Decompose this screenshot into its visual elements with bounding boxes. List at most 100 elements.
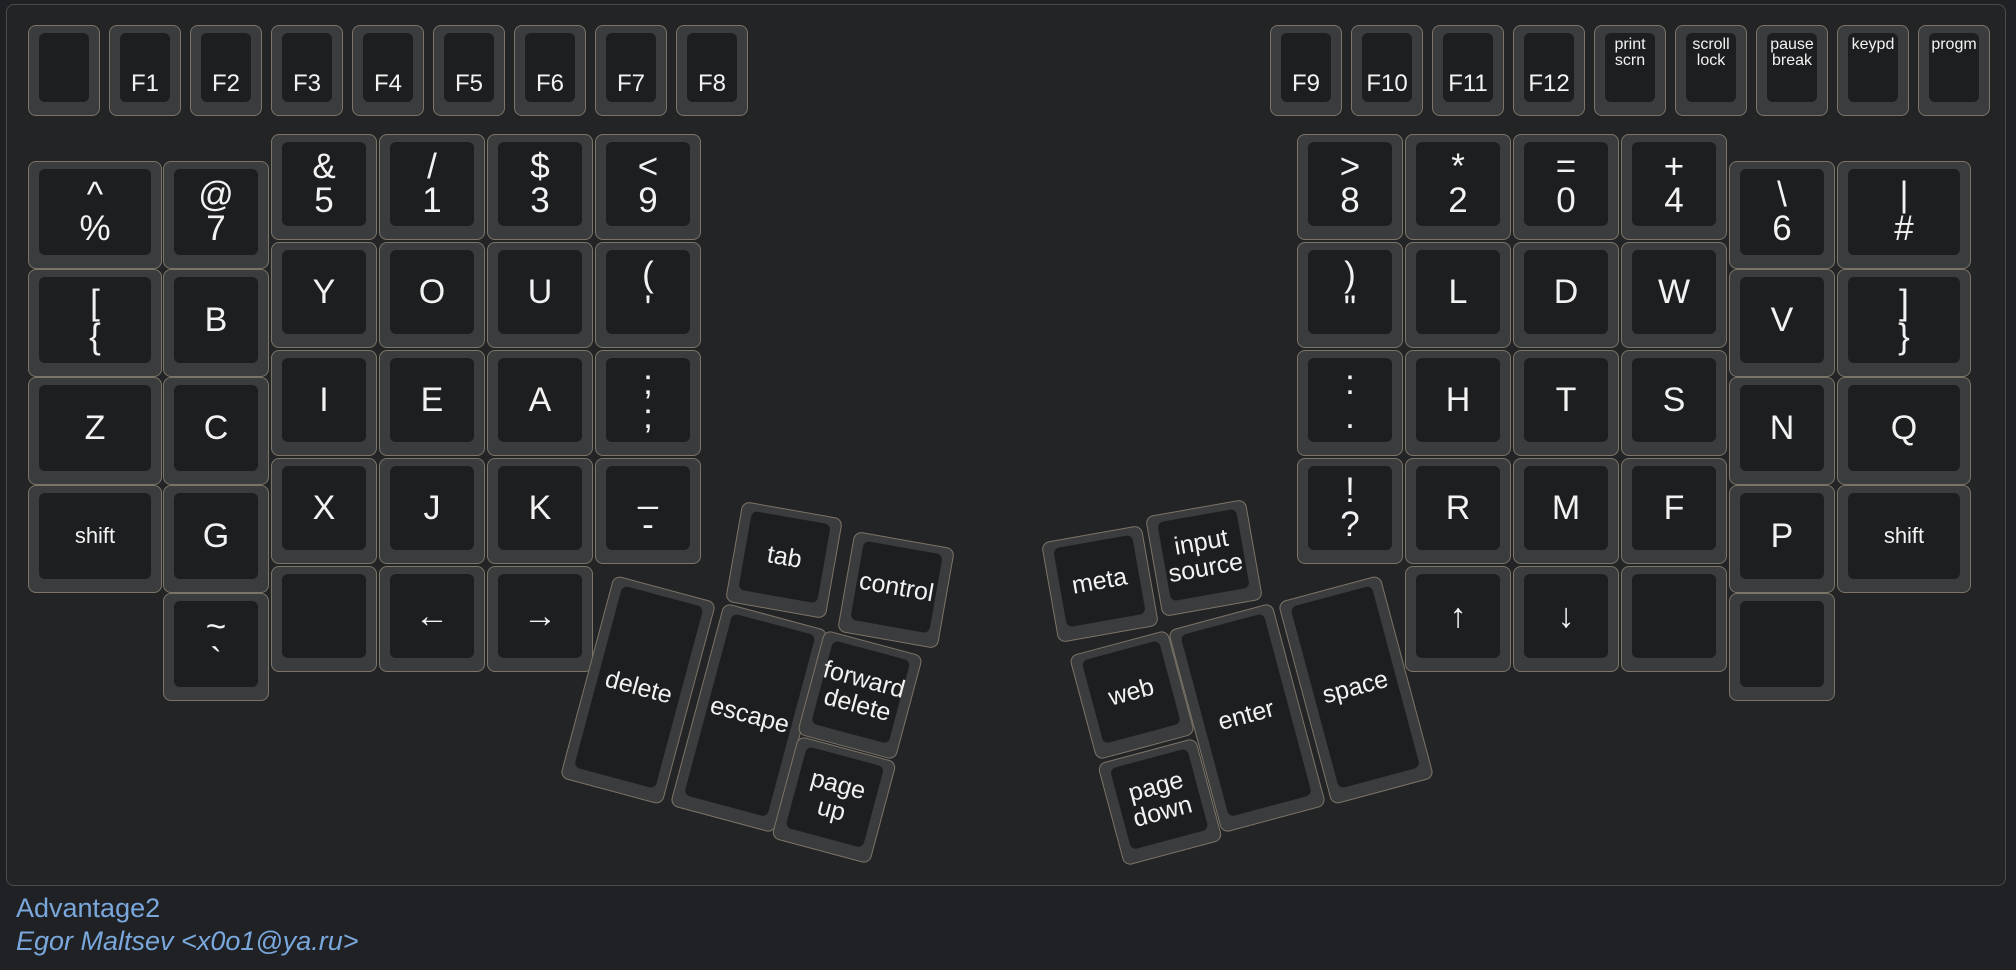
- key-g[interactable]: G: [163, 485, 269, 593]
- key-j[interactable]: J: [379, 458, 485, 564]
- key-blank[interactable]: [1729, 593, 1835, 701]
- keycap-top: [39, 33, 89, 102]
- key-u[interactable]: U: [487, 242, 593, 348]
- key-x[interactable]: X: [271, 458, 377, 564]
- key-scroll-lock[interactable]: scroll lock: [1675, 25, 1747, 116]
- key-m[interactable]: M: [1513, 458, 1619, 564]
- key-3[interactable]: $ 3: [487, 134, 593, 240]
- key-f7[interactable]: F7: [595, 25, 667, 116]
- key-4[interactable]: + 4: [1621, 134, 1727, 240]
- key-blank[interactable]: ) ": [1297, 242, 1403, 348]
- key-f6[interactable]: F6: [514, 25, 586, 116]
- key-print-scrn[interactable]: print scrn: [1594, 25, 1666, 116]
- key-f2[interactable]: F2: [190, 25, 262, 116]
- key-blank[interactable]: ; ;: [595, 350, 701, 456]
- key-s[interactable]: S: [1621, 350, 1727, 456]
- key-label: web: [1105, 672, 1158, 712]
- key-n[interactable]: N: [1729, 377, 1835, 485]
- key-label: F2: [211, 70, 240, 97]
- key-control[interactable]: control: [836, 530, 956, 650]
- key-f12[interactable]: F12: [1513, 25, 1585, 116]
- keycap-top: tab: [738, 510, 831, 604]
- key-7[interactable]: @ 7: [163, 161, 269, 269]
- key-blank[interactable]: ] }: [1837, 269, 1971, 377]
- key-blank[interactable]: ↓: [1513, 566, 1619, 672]
- key-f10[interactable]: F10: [1351, 25, 1423, 116]
- key-i[interactable]: I: [271, 350, 377, 456]
- key-6[interactable]: \ 6: [1729, 161, 1835, 269]
- key-0[interactable]: = 0: [1513, 134, 1619, 240]
- key-blank[interactable]: [ {: [28, 269, 162, 377]
- key-e[interactable]: E: [379, 350, 485, 456]
- key-f5[interactable]: F5: [433, 25, 505, 116]
- key-label: ↑: [1449, 596, 1467, 635]
- key-f9[interactable]: F9: [1270, 25, 1342, 116]
- key-1[interactable]: / 1: [379, 134, 485, 240]
- key-shift[interactable]: shift: [28, 485, 162, 593]
- key-blank[interactable]: [271, 566, 377, 672]
- key-progm[interactable]: progm: [1918, 25, 1990, 116]
- key-l[interactable]: L: [1405, 242, 1511, 348]
- key-f1[interactable]: F1: [109, 25, 181, 116]
- key-d[interactable]: D: [1513, 242, 1619, 348]
- key-input-source[interactable]: input source: [1144, 498, 1264, 618]
- layout-name[interactable]: Advantage2: [16, 892, 359, 925]
- key-c[interactable]: C: [163, 377, 269, 485]
- key-blank[interactable]: →: [487, 566, 593, 672]
- key-label: ←: [415, 596, 449, 635]
- keycap-top: R: [1416, 466, 1500, 550]
- keycap-top: I: [282, 358, 366, 442]
- key-tab[interactable]: tab: [724, 500, 844, 620]
- key-blank[interactable]: : .: [1297, 350, 1403, 456]
- key-z[interactable]: Z: [28, 377, 162, 485]
- key-blank[interactable]: ~ `: [163, 593, 269, 701]
- key-t[interactable]: T: [1513, 350, 1619, 456]
- key-blank[interactable]: ↑: [1405, 566, 1511, 672]
- key-h[interactable]: H: [1405, 350, 1511, 456]
- key-f11[interactable]: F11: [1432, 25, 1504, 116]
- key-label: F8: [697, 70, 726, 97]
- key-blank[interactable]: ( ': [595, 242, 701, 348]
- key-label: F3: [292, 70, 321, 97]
- key-blank[interactable]: ! ?: [1297, 458, 1403, 564]
- key-v[interactable]: V: [1729, 269, 1835, 377]
- key-blank[interactable]: | #: [1837, 161, 1971, 269]
- key-o[interactable]: O: [379, 242, 485, 348]
- key-label: ! ?: [1340, 471, 1360, 544]
- key-q[interactable]: Q: [1837, 377, 1971, 485]
- key-p[interactable]: P: [1729, 485, 1835, 593]
- key-b[interactable]: B: [163, 269, 269, 377]
- keycap-top: > 8: [1308, 142, 1392, 226]
- keycap-top: F4: [363, 33, 413, 102]
- key-label: F5: [454, 70, 483, 97]
- key-y[interactable]: Y: [271, 242, 377, 348]
- key-label: keypd: [1851, 36, 1895, 53]
- key-meta[interactable]: meta: [1040, 524, 1160, 644]
- layout-author[interactable]: Egor Maltsev <x0o1@ya.ru>: [16, 925, 359, 958]
- key-label: →: [523, 596, 557, 635]
- key-blank[interactable]: ←: [379, 566, 485, 672]
- key-f4[interactable]: F4: [352, 25, 424, 116]
- key-blank[interactable]: _ -: [595, 458, 701, 564]
- key-pause-break[interactable]: pause break: [1756, 25, 1828, 116]
- key-2[interactable]: * 2: [1405, 134, 1511, 240]
- key-blank[interactable]: ^ %: [28, 161, 162, 269]
- key-keypd[interactable]: keypd: [1837, 25, 1909, 116]
- key-shift[interactable]: shift: [1837, 485, 1971, 593]
- key-f3[interactable]: F3: [271, 25, 343, 116]
- key-f8[interactable]: F8: [676, 25, 748, 116]
- key-8[interactable]: > 8: [1297, 134, 1403, 240]
- key-blank[interactable]: [1621, 566, 1727, 672]
- key-w[interactable]: W: [1621, 242, 1727, 348]
- key-9[interactable]: < 9: [595, 134, 701, 240]
- key-blank-fn[interactable]: [28, 25, 100, 116]
- key-label: D: [1553, 272, 1579, 311]
- key-a[interactable]: A: [487, 350, 593, 456]
- key-label: input source: [1166, 523, 1246, 589]
- key-5[interactable]: & 5: [271, 134, 377, 240]
- key-f[interactable]: F: [1621, 458, 1727, 564]
- key-label: \ 6: [1772, 175, 1792, 248]
- key-k[interactable]: K: [487, 458, 593, 564]
- keycap-top: + 4: [1632, 142, 1716, 226]
- key-r[interactable]: R: [1405, 458, 1511, 564]
